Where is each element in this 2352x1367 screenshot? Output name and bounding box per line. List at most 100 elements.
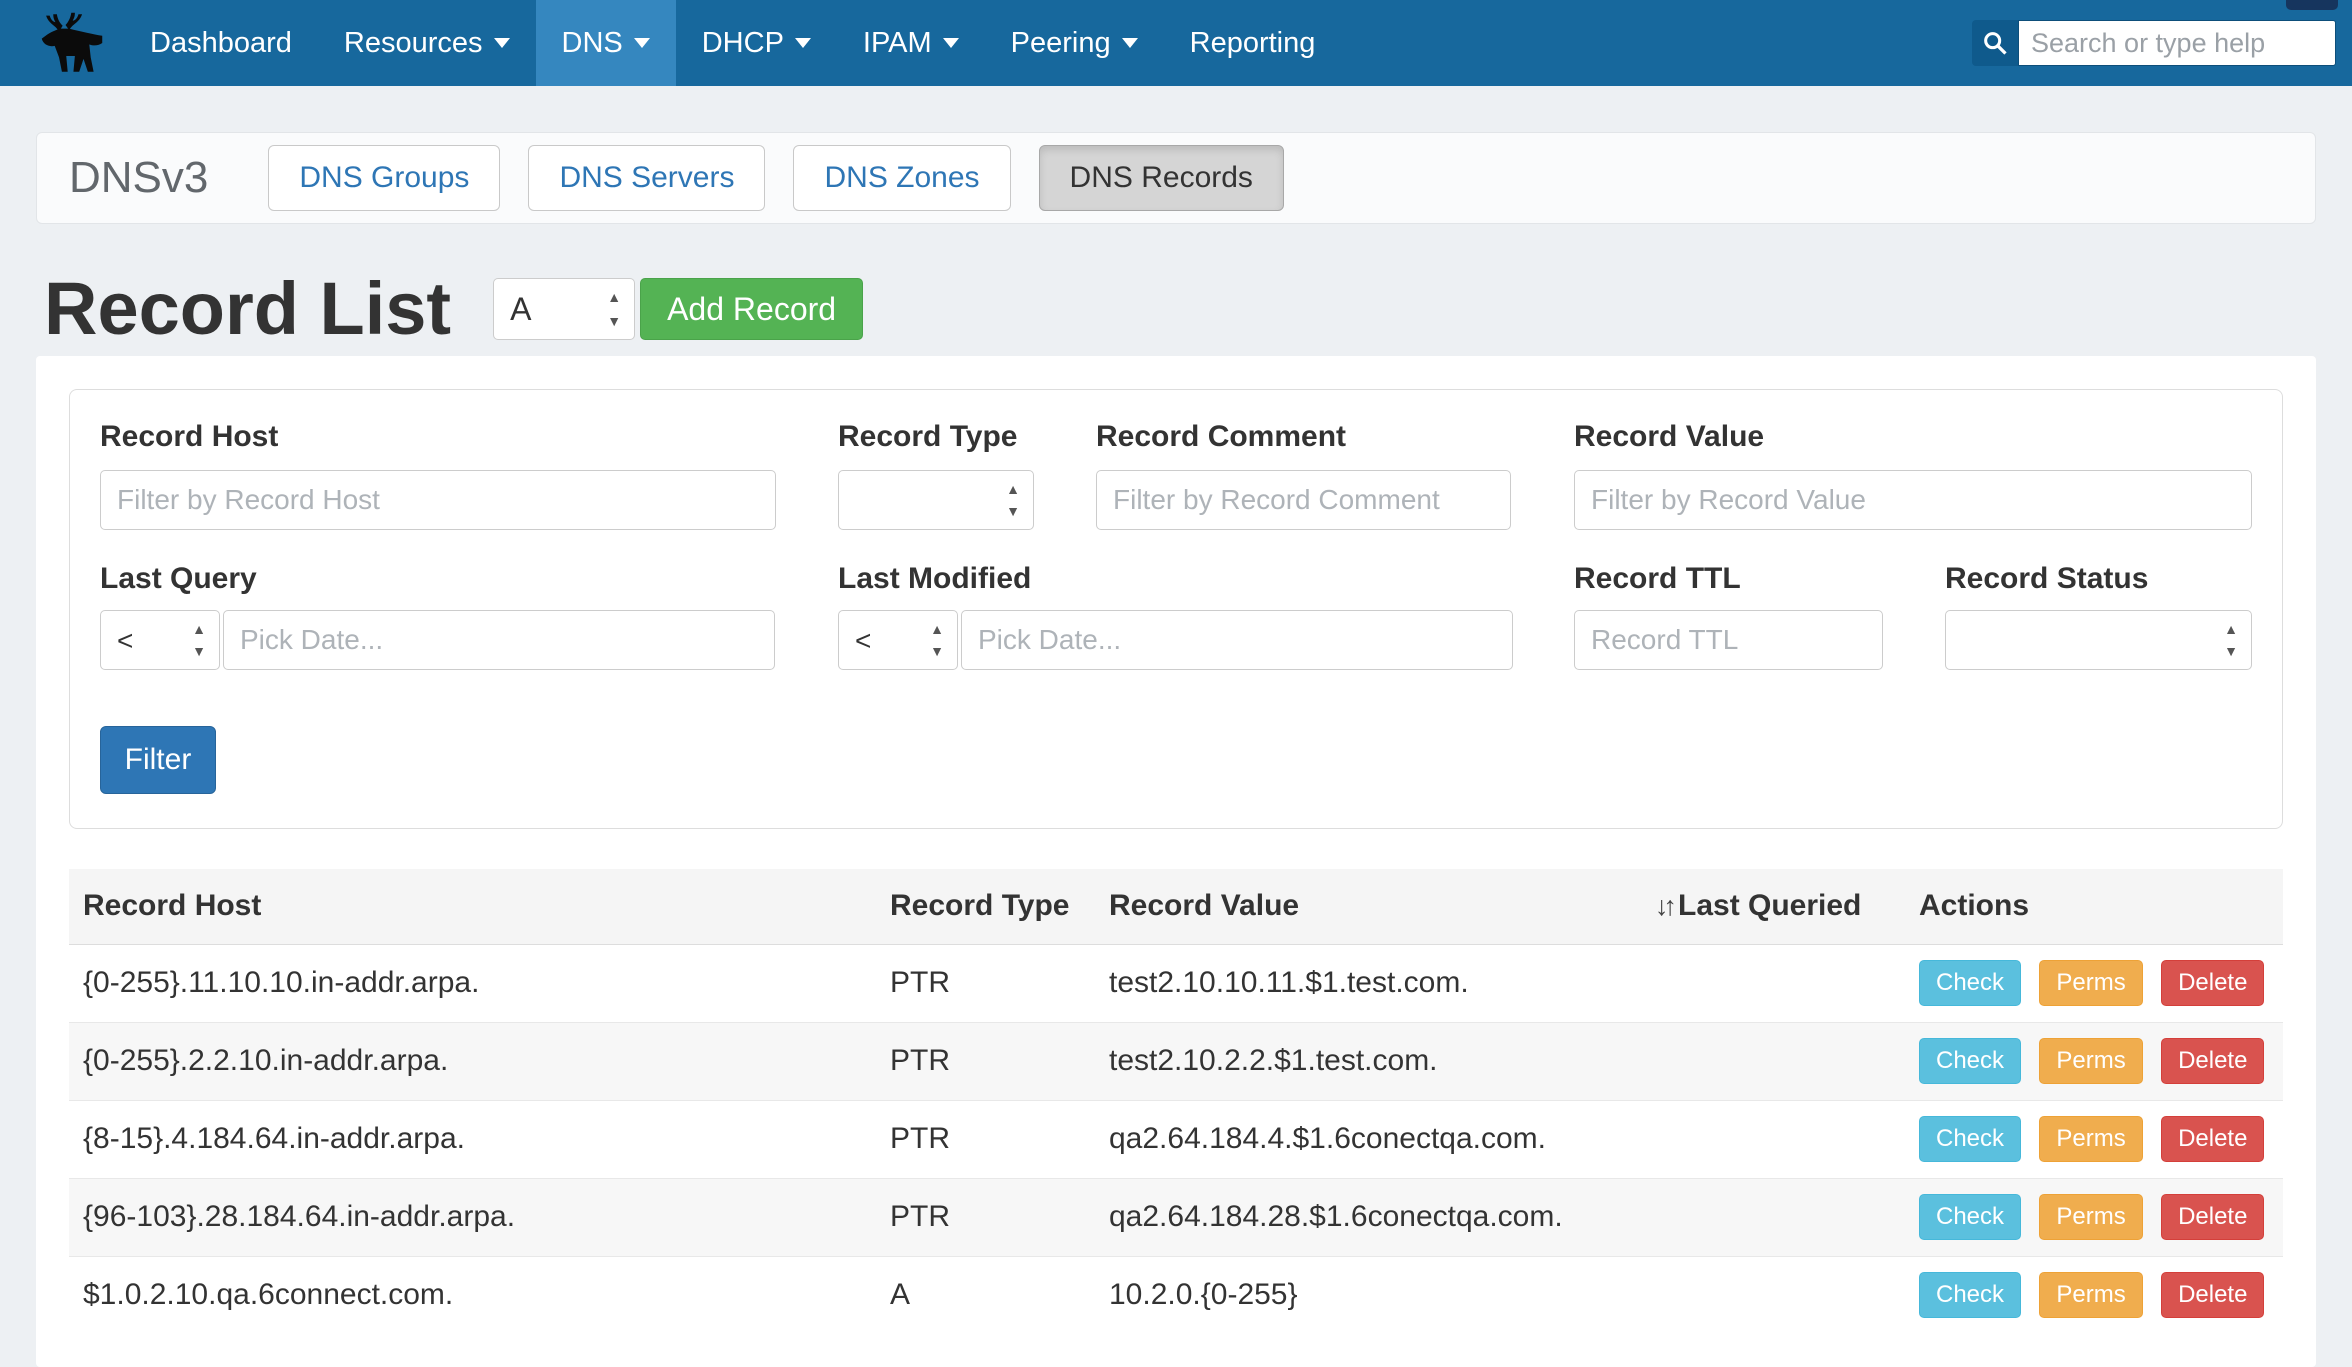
nav-item-dashboard[interactable]: Dashboard — [124, 0, 318, 86]
table-row: {0-255}.2.2.10.in-addr.arpa. PTR test2.1… — [69, 1022, 2283, 1100]
record-comment-filter-input[interactable] — [1096, 470, 1511, 530]
search-input[interactable] — [2018, 20, 2336, 66]
record-host-cell: {96-103}.28.184.64.in-addr.arpa. — [69, 1178, 876, 1256]
record-value-filter-input[interactable] — [1574, 470, 2252, 530]
record-list-header: Record List A Add Record — [36, 272, 2316, 346]
filter-panel: Record Host Record Type Record Comment R… — [69, 389, 2283, 829]
nav-item-dns[interactable]: DNS — [536, 0, 676, 86]
nav-item-dhcp[interactable]: DHCP — [676, 0, 837, 86]
record-status-label: Record Status — [1945, 562, 2148, 596]
last-modified-date-input[interactable] — [961, 610, 1513, 670]
chevron-down-icon — [943, 38, 959, 48]
record-host-cell: {8-15}.4.184.64.in-addr.arpa. — [69, 1100, 876, 1178]
record-value-cell: qa2.64.184.4.$1.6conectqa.com. — [1095, 1100, 1641, 1178]
record-value-cell: 10.2.0.{0-255} — [1095, 1256, 1641, 1334]
perms-button[interactable]: Perms — [2039, 1116, 2142, 1162]
record-ttl-label: Record TTL — [1574, 562, 1741, 596]
record-type-cell: PTR — [876, 944, 1095, 1022]
record-type-cell: PTR — [876, 1022, 1095, 1100]
dnsv3-title: DNSv3 — [69, 153, 208, 203]
nav-item-peering[interactable]: Peering — [985, 0, 1164, 86]
delete-button[interactable]: Delete — [2161, 1116, 2264, 1162]
last-queried-cell — [1641, 944, 1905, 1022]
search-icon — [1981, 29, 2009, 57]
last-query-operator-wrap: < — [100, 610, 220, 670]
check-button[interactable]: Check — [1919, 1116, 2021, 1162]
actions-cell: Check Perms Delete — [1905, 1022, 2283, 1100]
actions-cell: Check Perms Delete — [1905, 1256, 2283, 1334]
last-queried-cell — [1641, 1100, 1905, 1178]
check-button[interactable]: Check — [1919, 1272, 2021, 1318]
actions-cell: Check Perms Delete — [1905, 944, 2283, 1022]
chevron-down-icon — [494, 38, 510, 48]
record-host-filter-input[interactable] — [100, 470, 776, 530]
perms-button[interactable]: Perms — [2039, 1272, 2142, 1318]
last-queried-cell — [1641, 1256, 1905, 1334]
nav-item-ipam[interactable]: IPAM — [837, 0, 985, 86]
record-host-cell: $1.0.2.10.qa.6connect.com. — [69, 1256, 876, 1334]
header-last-queried[interactable]: ↓↑Last Queried — [1641, 869, 1905, 944]
record-type-cell: PTR — [876, 1100, 1095, 1178]
check-button[interactable]: Check — [1919, 1038, 2021, 1084]
record-type-label: Record Type — [838, 420, 1018, 454]
main-nav: Dashboard Resources DNS DHCP IPAM Peerin… — [124, 0, 1341, 86]
new-record-type-select[interactable]: A — [493, 278, 635, 340]
record-value-label: Record Value — [1574, 420, 1764, 454]
last-modified-operator-wrap: < — [838, 610, 958, 670]
perms-button[interactable]: Perms — [2039, 960, 2142, 1006]
chevron-down-icon — [634, 38, 650, 48]
record-value-cell: test2.10.10.11.$1.test.com. — [1095, 944, 1641, 1022]
last-query-date-input[interactable] — [223, 610, 775, 670]
chevron-down-icon — [1122, 38, 1138, 48]
delete-button[interactable]: Delete — [2161, 1038, 2264, 1084]
check-button[interactable]: Check — [1919, 1194, 2021, 1240]
subnav-button-dns-groups[interactable]: DNS Groups — [268, 145, 500, 211]
header-record-type: Record Type — [876, 869, 1095, 944]
search-button[interactable] — [1972, 20, 2018, 66]
record-comment-label: Record Comment — [1096, 420, 1346, 454]
last-queried-cell — [1641, 1022, 1905, 1100]
subnav-button-dns-zones[interactable]: DNS Zones — [793, 145, 1010, 211]
subnav-button-dns-servers[interactable]: DNS Servers — [528, 145, 765, 211]
add-record-button[interactable]: Add Record — [640, 278, 863, 340]
delete-button[interactable]: Delete — [2161, 1194, 2264, 1240]
table-row: {0-255}.11.10.10.in-addr.arpa. PTR test2… — [69, 944, 2283, 1022]
moose-icon — [36, 11, 108, 75]
record-ttl-input[interactable] — [1574, 610, 1883, 670]
header-record-host: Record Host — [69, 869, 876, 944]
records-table: Record Host Record Type Record Value ↓↑L… — [69, 869, 2283, 1334]
nav-item-resources[interactable]: Resources — [318, 0, 536, 86]
record-status-wrap — [1945, 610, 2252, 670]
record-status-select[interactable] — [1945, 610, 2252, 670]
last-queried-cell — [1641, 1178, 1905, 1256]
perms-button[interactable]: Perms — [2039, 1038, 2142, 1084]
records-panel: Record Host Record Type Record Comment R… — [36, 356, 2316, 1367]
dnsv3-subnav: DNSv3 DNS GroupsDNS ServersDNS ZonesDNS … — [36, 132, 2316, 224]
perms-button[interactable]: Perms — [2039, 1194, 2142, 1240]
nav-item-reporting[interactable]: Reporting — [1164, 0, 1342, 86]
top-navbar: Dashboard Resources DNS DHCP IPAM Peerin… — [0, 0, 2352, 86]
table-row: {96-103}.28.184.64.in-addr.arpa. PTR qa2… — [69, 1178, 2283, 1256]
sort-icon: ↓↑ — [1655, 891, 1672, 921]
delete-button[interactable]: Delete — [2161, 1272, 2264, 1318]
dns-section-buttons: DNS Groups DNS Servers DNS Zones DNS Record… — [268, 145, 1312, 211]
top-right-partial-element — [2286, 0, 2338, 10]
record-value-cell: qa2.64.184.28.$1.6conectqa.com. — [1095, 1178, 1641, 1256]
record-host-cell: {0-255}.2.2.10.in-addr.arpa. — [69, 1022, 876, 1100]
actions-cell: Check Perms Delete — [1905, 1100, 2283, 1178]
moose-logo[interactable] — [30, 0, 114, 86]
last-modified-operator-select[interactable]: < — [838, 610, 958, 670]
record-type-cell: A — [876, 1256, 1095, 1334]
last-modified-label: Last Modified — [838, 562, 1031, 596]
check-button[interactable]: Check — [1919, 960, 2021, 1006]
record-type-cell: PTR — [876, 1178, 1095, 1256]
delete-button[interactable]: Delete — [2161, 960, 2264, 1006]
page-title: Record List — [44, 272, 451, 346]
actions-cell: Check Perms Delete — [1905, 1178, 2283, 1256]
last-query-operator-select[interactable]: < — [100, 610, 220, 670]
subnav-button-dns-records[interactable]: DNS Records — [1039, 145, 1284, 211]
record-type-filter-select[interactable] — [838, 470, 1034, 530]
navbar-search — [1972, 0, 2336, 86]
header-actions: Actions — [1905, 869, 2283, 944]
filter-button[interactable]: Filter — [100, 726, 216, 794]
